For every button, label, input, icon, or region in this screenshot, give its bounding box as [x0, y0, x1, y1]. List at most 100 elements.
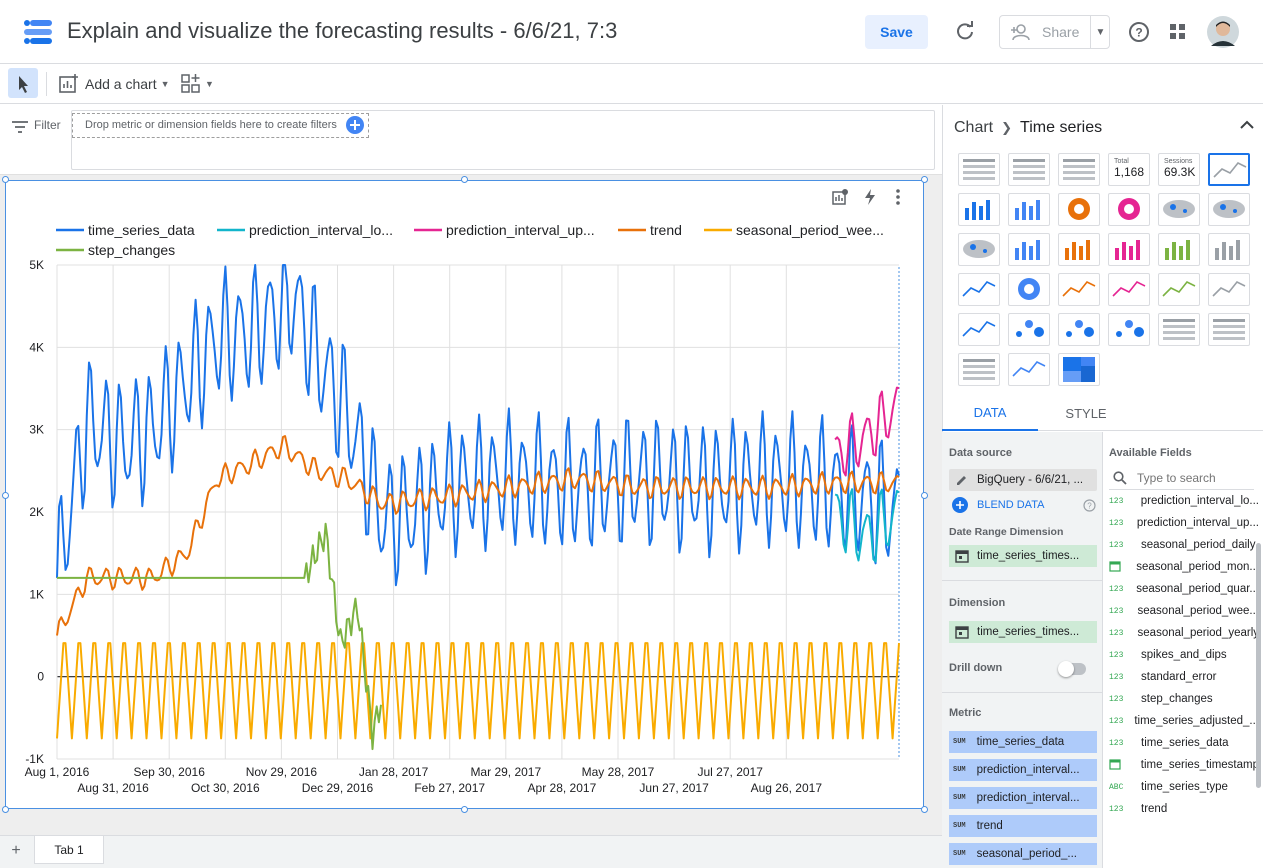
resize-handle[interactable] [921, 176, 928, 183]
filter-drop-zone[interactable]: Drop metric or dimension fields here to … [72, 113, 369, 138]
chart-type-option[interactable] [958, 153, 1000, 186]
resize-handle[interactable] [921, 492, 928, 499]
field-item[interactable]: 123 seasonal_period_wee... [1109, 600, 1259, 622]
breadcrumb-root[interactable]: Chart [954, 119, 993, 137]
metric-chip[interactable]: SUM time_series_data [949, 731, 1097, 753]
share-button[interactable]: Share ▼ [999, 15, 1110, 49]
chart-type-option[interactable]: Sessions 69.3K [1158, 153, 1200, 186]
legend-item[interactable]: trend [650, 222, 682, 238]
chart-type-option[interactable] [1108, 273, 1150, 306]
chart-type-option[interactable] [958, 353, 1000, 386]
chart-type-option[interactable] [1058, 313, 1100, 346]
chart-type-option[interactable] [1158, 233, 1200, 266]
add-filter-icon[interactable] [346, 116, 364, 134]
share-dropdown-icon[interactable]: ▼ [1090, 16, 1110, 48]
field-item[interactable]: 123 trend [1109, 798, 1259, 820]
apps-grid-icon[interactable] [1169, 23, 1187, 41]
chart-type-option[interactable] [958, 233, 1000, 266]
resize-handle[interactable] [2, 176, 9, 183]
add-page-button[interactable]: + [6, 842, 26, 862]
refresh-icon[interactable] [953, 20, 977, 44]
lightning-icon[interactable] [862, 187, 878, 207]
select-tool-button[interactable] [8, 68, 38, 98]
chart-type-option[interactable] [958, 273, 1000, 306]
metric-chip[interactable]: SUM prediction_interval... [949, 787, 1097, 809]
chart-type-option[interactable] [1008, 193, 1050, 226]
data-source-chip[interactable]: BigQuery - 6/6/21, ... [949, 469, 1097, 491]
legend-item[interactable]: prediction_interval_lo... [249, 222, 393, 238]
drill-down-toggle[interactable] [1058, 661, 1086, 677]
chart-type-option[interactable] [1208, 273, 1250, 306]
chart-type-option[interactable] [1058, 273, 1100, 306]
metric-aggregation[interactable]: SUM [953, 850, 966, 858]
metric-aggregation[interactable]: SUM [953, 766, 966, 774]
chart-type-option[interactable]: Total 1,168 [1108, 153, 1150, 186]
field-item[interactable]: 123 seasonal_period_quar... [1109, 578, 1259, 600]
chart-type-option[interactable] [1208, 233, 1250, 266]
chart-type-option[interactable] [1008, 233, 1050, 266]
chart-type-option[interactable] [1158, 273, 1200, 306]
field-list-scrollbar[interactable] [1256, 543, 1261, 788]
time-series-chart[interactable]: time_series_data prediction_interval_lo..… [5, 180, 924, 809]
chart-type-option[interactable] [958, 193, 1000, 226]
legend-item[interactable]: time_series_data [88, 222, 195, 238]
chart-type-option[interactable] [1208, 193, 1250, 226]
resize-handle[interactable] [461, 806, 468, 813]
chart-type-option[interactable] [1108, 233, 1150, 266]
chart-type-option[interactable] [1008, 153, 1050, 186]
field-item[interactable]: 123 time_series_adjusted_... [1109, 710, 1259, 732]
legend-item[interactable]: seasonal_period_wee... [736, 222, 884, 238]
field-item[interactable]: 123 seasonal_period_daily [1109, 534, 1259, 556]
edit-pencil-icon[interactable] [955, 473, 969, 487]
chart-type-option[interactable] [1208, 153, 1250, 186]
data-studio-logo-icon[interactable] [22, 17, 54, 47]
field-item[interactable]: 123 standard_error [1109, 666, 1259, 688]
metric-chip[interactable]: SUM seasonal_period_... [949, 843, 1097, 865]
dimension-chip[interactable]: time_series_times... [949, 621, 1097, 643]
collapse-icon[interactable] [1239, 119, 1255, 131]
add-control-button[interactable]: ▼ [180, 71, 214, 97]
resize-handle[interactable] [2, 492, 9, 499]
help-icon[interactable]: ? [1128, 21, 1150, 43]
tab-data[interactable]: DATA [942, 395, 1038, 431]
tab-page-1[interactable]: Tab 1 [34, 836, 104, 864]
resize-handle[interactable] [921, 806, 928, 813]
metric-chip[interactable]: SUM prediction_interval... [949, 759, 1097, 781]
field-item[interactable]: seasonal_period_mon... [1109, 556, 1259, 578]
chart-type-option[interactable] [1108, 193, 1150, 226]
resize-handle[interactable] [461, 176, 468, 183]
chart-type-option[interactable] [1058, 153, 1100, 186]
chart-type-option[interactable] [1058, 353, 1100, 386]
report-title[interactable]: Explain and visualize the forecasting re… [67, 18, 627, 44]
chart-type-option[interactable] [1108, 313, 1150, 346]
more-vert-icon[interactable] [893, 187, 903, 207]
metric-chip[interactable]: SUM trend [949, 815, 1097, 837]
legend-item[interactable]: step_changes [88, 242, 175, 258]
metric-aggregation[interactable]: SUM [953, 738, 966, 746]
metric-aggregation[interactable]: SUM [953, 822, 966, 830]
field-search-input[interactable] [1137, 471, 1252, 485]
chart-type-option[interactable] [1158, 193, 1200, 226]
save-button[interactable]: Save [865, 15, 928, 49]
date-range-chip[interactable]: time_series_times... [949, 545, 1097, 567]
chart-type-option[interactable] [1158, 313, 1200, 346]
chart-type-option[interactable] [1058, 193, 1100, 226]
add-chart-button[interactable]: Add a chart ▼ [58, 71, 170, 97]
chart-type-option[interactable] [1058, 233, 1100, 266]
chart-type-option[interactable] [1008, 313, 1050, 346]
chart-type-option[interactable] [1208, 313, 1250, 346]
field-item[interactable]: 123 spikes_and_dips [1109, 644, 1259, 666]
field-item[interactable]: time_series_timestamp [1109, 754, 1259, 776]
field-item[interactable]: 123 time_series_data [1109, 732, 1259, 754]
help-icon[interactable]: ? [1083, 499, 1096, 512]
chart-type-option[interactable] [1008, 353, 1050, 386]
chart-type-option[interactable] [1008, 273, 1050, 306]
metric-aggregation[interactable]: SUM [953, 794, 966, 802]
tab-style[interactable]: STYLE [1038, 395, 1134, 431]
chart-type-option[interactable] [958, 313, 1000, 346]
field-item[interactable]: 123 prediction_interval_lo... [1109, 490, 1259, 512]
legend-item[interactable]: prediction_interval_up... [446, 222, 595, 238]
chart-explore-icon[interactable] [830, 187, 850, 207]
field-item[interactable]: 123 step_changes [1109, 688, 1259, 710]
avatar[interactable] [1207, 16, 1239, 48]
